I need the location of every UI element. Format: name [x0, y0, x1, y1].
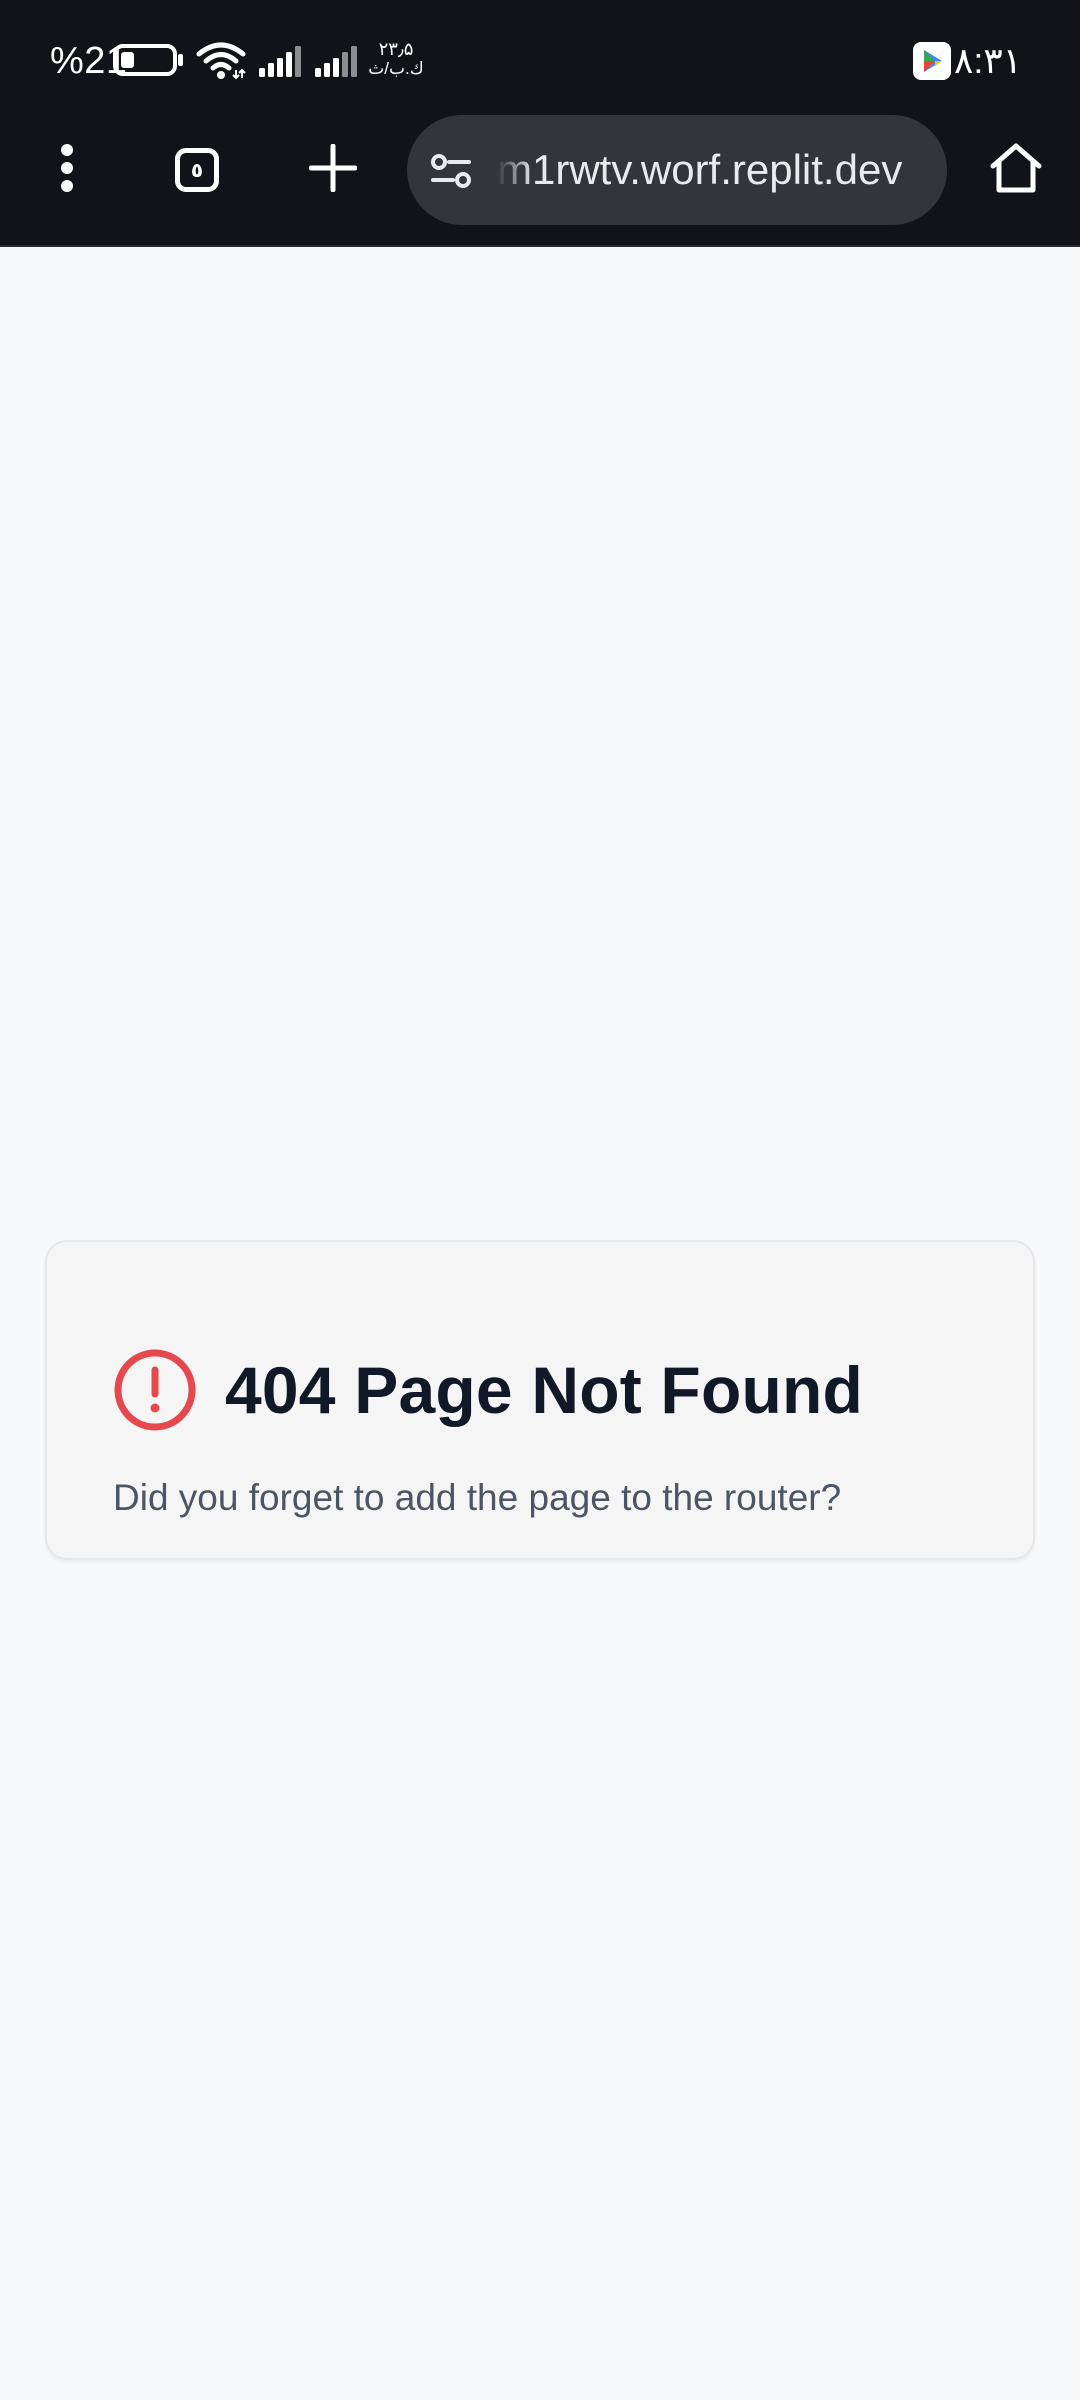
browser-chrome: %21 ۲۳٫۵ ك.ب/ث ٨:٣١ ٥ m1rwtv.worf.replit… [0, 0, 1080, 247]
signal-icon [313, 46, 359, 83]
data-speed: ۲۳٫۵ ك.ب/ث [368, 40, 424, 77]
wifi-icon [196, 40, 246, 85]
browser-toolbar: ٥ m1rwtv.worf.replit.dev [0, 110, 1080, 230]
new-tab-button[interactable] [296, 110, 370, 230]
url-fade [493, 115, 533, 225]
status-bar: %21 ۲۳٫۵ ك.ب/ث ٨:٣١ [0, 0, 1080, 120]
error-title: 404 Page Not Found [225, 1353, 864, 1428]
data-speed-unit: ك.ب/ث [368, 59, 424, 78]
error-card: 404 Page Not Found Did you forget to add… [45, 1240, 1035, 1560]
tabs-icon: ٥ [175, 148, 219, 192]
play-store-icon [913, 42, 951, 85]
card-header: 404 Page Not Found [113, 1308, 863, 1472]
tab-count: ٥ [190, 159, 204, 182]
alert-circle-icon [113, 1348, 197, 1432]
tab-switcher-button[interactable]: ٥ [160, 110, 234, 230]
address-bar[interactable]: m1rwtv.worf.replit.dev [407, 115, 947, 225]
data-speed-value: ۲۳٫۵ [378, 39, 414, 59]
signal-icon [257, 46, 303, 83]
battery-icon [113, 44, 185, 81]
home-icon [989, 142, 1043, 199]
page-content: 404 Page Not Found Did you forget to add… [0, 248, 1080, 2400]
more-vert-icon [59, 143, 75, 198]
home-button[interactable] [976, 110, 1056, 230]
plus-icon [308, 143, 358, 197]
clock: ٨:٣١ [953, 40, 1022, 81]
url-value: m1rwtv.worf.replit.dev [497, 146, 903, 193]
menu-button[interactable] [30, 110, 104, 230]
error-message: Did you forget to add the page to the ro… [113, 1477, 842, 1518]
url-text[interactable]: m1rwtv.worf.replit.dev [497, 115, 931, 225]
site-settings-icon[interactable] [429, 148, 475, 199]
